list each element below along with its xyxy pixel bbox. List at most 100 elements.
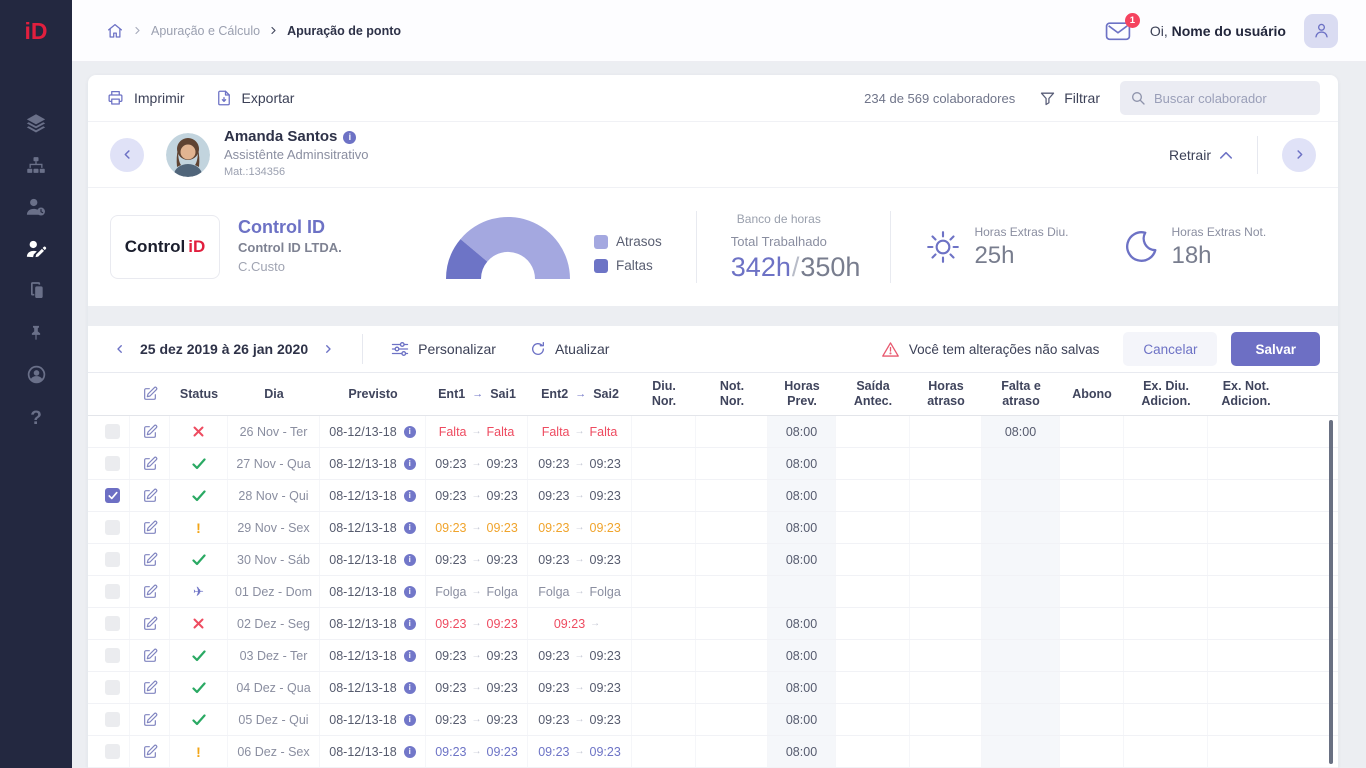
row-ex-not-cell: [1208, 640, 1284, 671]
row-edit-button[interactable]: [142, 712, 158, 728]
status-ok-icon: [192, 714, 206, 726]
row-not-nor-cell: [696, 672, 768, 703]
sidebar-item-org-chart[interactable]: [16, 156, 56, 178]
row-edit-button[interactable]: [142, 680, 158, 696]
row-checkbox[interactable]: [105, 584, 120, 599]
schedule-info-icon[interactable]: i: [404, 682, 416, 694]
row-checkbox[interactable]: [105, 616, 120, 631]
row-select-cell: [96, 576, 130, 607]
sidebar-item-layers[interactable]: [16, 114, 56, 136]
row-ent2-sai2-cell: 09:23→09:23: [528, 736, 632, 767]
row-abono-cell: [1060, 672, 1124, 703]
schedule-info-icon[interactable]: i: [404, 586, 416, 598]
save-button[interactable]: Salvar: [1231, 332, 1320, 366]
row-edit-button[interactable]: [142, 552, 158, 568]
row-checkbox[interactable]: [105, 648, 120, 663]
divider: [890, 211, 891, 283]
sidebar-item-help[interactable]: ?: [16, 408, 56, 430]
row-ent2-sai2-cell: Falta→Falta: [528, 416, 632, 447]
sidebar-item-clipboard[interactable]: [16, 282, 56, 304]
row-saida-antec-cell: [836, 576, 910, 607]
row-checkbox[interactable]: [105, 424, 120, 439]
schedule-info-icon[interactable]: i: [404, 426, 416, 438]
row-checkbox[interactable]: [105, 552, 120, 567]
home-icon[interactable]: [106, 22, 124, 40]
schedule-info-icon[interactable]: i: [404, 618, 416, 630]
prev-employee-button[interactable]: [110, 138, 144, 172]
row-checkbox[interactable]: [105, 488, 120, 503]
row-saida-antec-cell: [836, 448, 910, 479]
breadcrumb-section[interactable]: Apuração e Cálculo: [151, 24, 260, 38]
schedule-info-icon[interactable]: i: [404, 650, 416, 662]
collapse-toggle[interactable]: Retrair: [1169, 147, 1233, 163]
schedule-info-icon[interactable]: i: [404, 522, 416, 534]
row-edit-button[interactable]: [142, 424, 158, 440]
row-select-cell: [96, 416, 130, 447]
row-select-cell: [96, 704, 130, 735]
row-ent2-sai2-cell: Folga→Folga: [528, 576, 632, 607]
row-not-nor-cell: [696, 608, 768, 639]
row-select-cell: [96, 448, 130, 479]
row-status-cell: [170, 448, 228, 479]
schedule-info-icon[interactable]: i: [404, 458, 416, 470]
row-checkbox[interactable]: [105, 712, 120, 727]
row-falta-atraso-cell: [982, 704, 1060, 735]
sidebar-item-user-clock[interactable]: [16, 198, 56, 220]
row-edit-button[interactable]: [142, 456, 158, 472]
row-edit-button[interactable]: [142, 616, 158, 632]
filter-button[interactable]: Filtrar: [1039, 90, 1100, 107]
status-ok-icon: [192, 554, 206, 566]
personalize-button[interactable]: Personalizar: [391, 341, 496, 357]
row-edit-button[interactable]: [142, 520, 158, 536]
cancel-button[interactable]: Cancelar: [1123, 332, 1217, 366]
prev-period-button[interactable]: [114, 343, 126, 355]
row-horas-atraso-cell: [910, 512, 982, 543]
row-edit-button[interactable]: [142, 744, 158, 760]
row-ex-not-cell: [1208, 608, 1284, 639]
sidebar-item-profile[interactable]: [16, 366, 56, 388]
status-warning-icon: !: [196, 744, 201, 760]
schedule-info-icon[interactable]: i: [404, 714, 416, 726]
schedule-info-icon[interactable]: i: [404, 746, 416, 758]
row-checkbox[interactable]: [105, 680, 120, 695]
sidebar-item-pin[interactable]: [16, 324, 56, 346]
next-period-button[interactable]: [322, 343, 334, 355]
print-button[interactable]: Imprimir: [106, 89, 185, 107]
row-not-nor-cell: [696, 640, 768, 671]
schedule-info-icon[interactable]: i: [404, 554, 416, 566]
row-checkbox[interactable]: [105, 520, 120, 535]
row-edit-button[interactable]: [142, 488, 158, 504]
status-ok-icon: [192, 458, 206, 470]
row-saida-antec-cell: [836, 672, 910, 703]
user-circle-icon: [26, 364, 47, 390]
row-checkbox[interactable]: [105, 744, 120, 759]
period-range[interactable]: 25 dez 2019 à 26 jan 2020: [140, 341, 308, 357]
column-header-edit: [130, 373, 170, 415]
sidebar-nav: ?: [16, 62, 56, 430]
row-checkbox[interactable]: [105, 456, 120, 471]
schedule-info-icon[interactable]: i: [404, 490, 416, 502]
column-header-horas_prev: HorasPrev.: [768, 373, 836, 415]
table-scrollbar[interactable]: [1329, 420, 1333, 764]
sidebar-item-timesheet[interactable]: [16, 240, 56, 262]
notifications-button[interactable]: 1: [1105, 20, 1132, 42]
row-falta-atraso-cell: [982, 608, 1060, 639]
row-day-cell: 02 Dez - Seg: [228, 608, 320, 639]
row-day-cell: 28 Nov - Qui: [228, 480, 320, 511]
row-horas-prev-cell: 08:00: [768, 608, 836, 639]
row-ex-not-cell: [1208, 736, 1284, 767]
search-input[interactable]: [1154, 91, 1310, 106]
export-button[interactable]: Exportar: [215, 89, 295, 107]
row-diu-nor-cell: [632, 512, 696, 543]
next-employee-button[interactable]: [1282, 138, 1316, 172]
column-header-diu_nor: Diu.Nor.: [632, 373, 696, 415]
section-divider: [88, 306, 1338, 326]
employee-info-icon[interactable]: i: [343, 131, 356, 144]
user-menu-button[interactable]: [1304, 14, 1338, 48]
column-header-abono: Abono: [1060, 373, 1124, 415]
summary-section: ControliD Control ID Control ID LTDA. C.…: [88, 188, 1338, 306]
refresh-button[interactable]: Atualizar: [530, 341, 609, 357]
row-edit-button[interactable]: [142, 584, 158, 600]
row-edit-button[interactable]: [142, 648, 158, 664]
employee-header: Amanda Santosi Assistênte Adminsitrativo…: [88, 122, 1338, 188]
